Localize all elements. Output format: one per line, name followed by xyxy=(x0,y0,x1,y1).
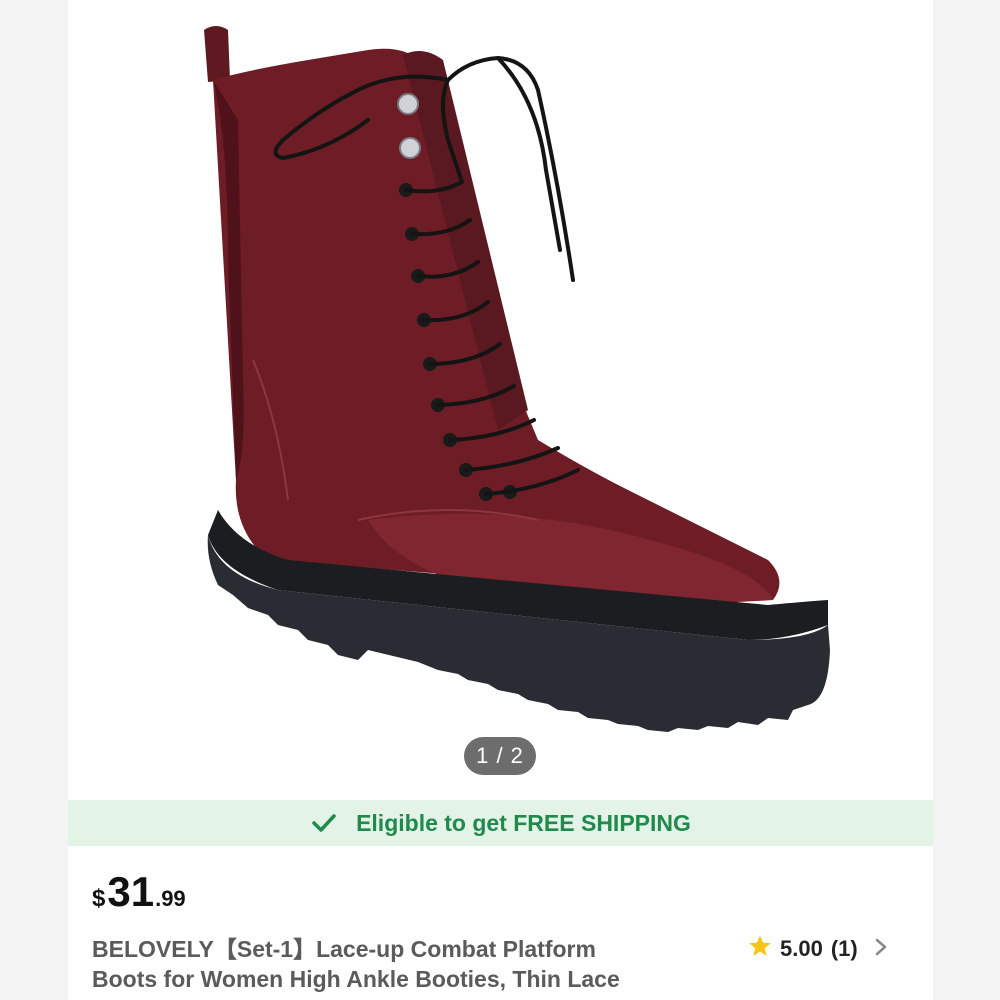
product-title: BELOVELY【Set-1】Lace-up Combat Platform B… xyxy=(92,934,712,994)
product-card: 1 / 2 Eligible to get FREE SHIPPING $ 31… xyxy=(68,0,933,1000)
price-decimal: .99 xyxy=(155,886,186,911)
image-gallery[interactable]: 1 / 2 xyxy=(68,0,933,800)
rating-value: 5.00 xyxy=(780,935,823,961)
chevron-right-icon[interactable] xyxy=(874,933,888,964)
burgundy-combat-boot-icon xyxy=(204,26,830,732)
price-currency: $ xyxy=(92,885,106,912)
product-title-line-2: Boots for Women High Ankle Booties, Thin… xyxy=(92,966,620,992)
price: $ 31 .99 xyxy=(92,868,186,916)
free-shipping-banner[interactable]: Eligible to get FREE SHIPPING xyxy=(68,800,933,846)
rating-summary[interactable]: 5.00 (1) xyxy=(748,933,888,964)
free-shipping-text: Eligible to get FREE SHIPPING xyxy=(356,809,691,836)
star-icon xyxy=(748,934,772,964)
check-icon xyxy=(310,809,338,837)
image-pager: 1 / 2 xyxy=(464,737,536,775)
product-page: 1 / 2 Eligible to get FREE SHIPPING $ 31… xyxy=(0,0,1000,1000)
rating-count: (1) xyxy=(830,935,858,961)
product-title-line-1: BELOVELY【Set-1】Lace-up Combat Platform xyxy=(92,936,596,962)
image-pager-text: 1 / 2 xyxy=(476,743,524,768)
price-integer: 31 xyxy=(107,868,155,915)
